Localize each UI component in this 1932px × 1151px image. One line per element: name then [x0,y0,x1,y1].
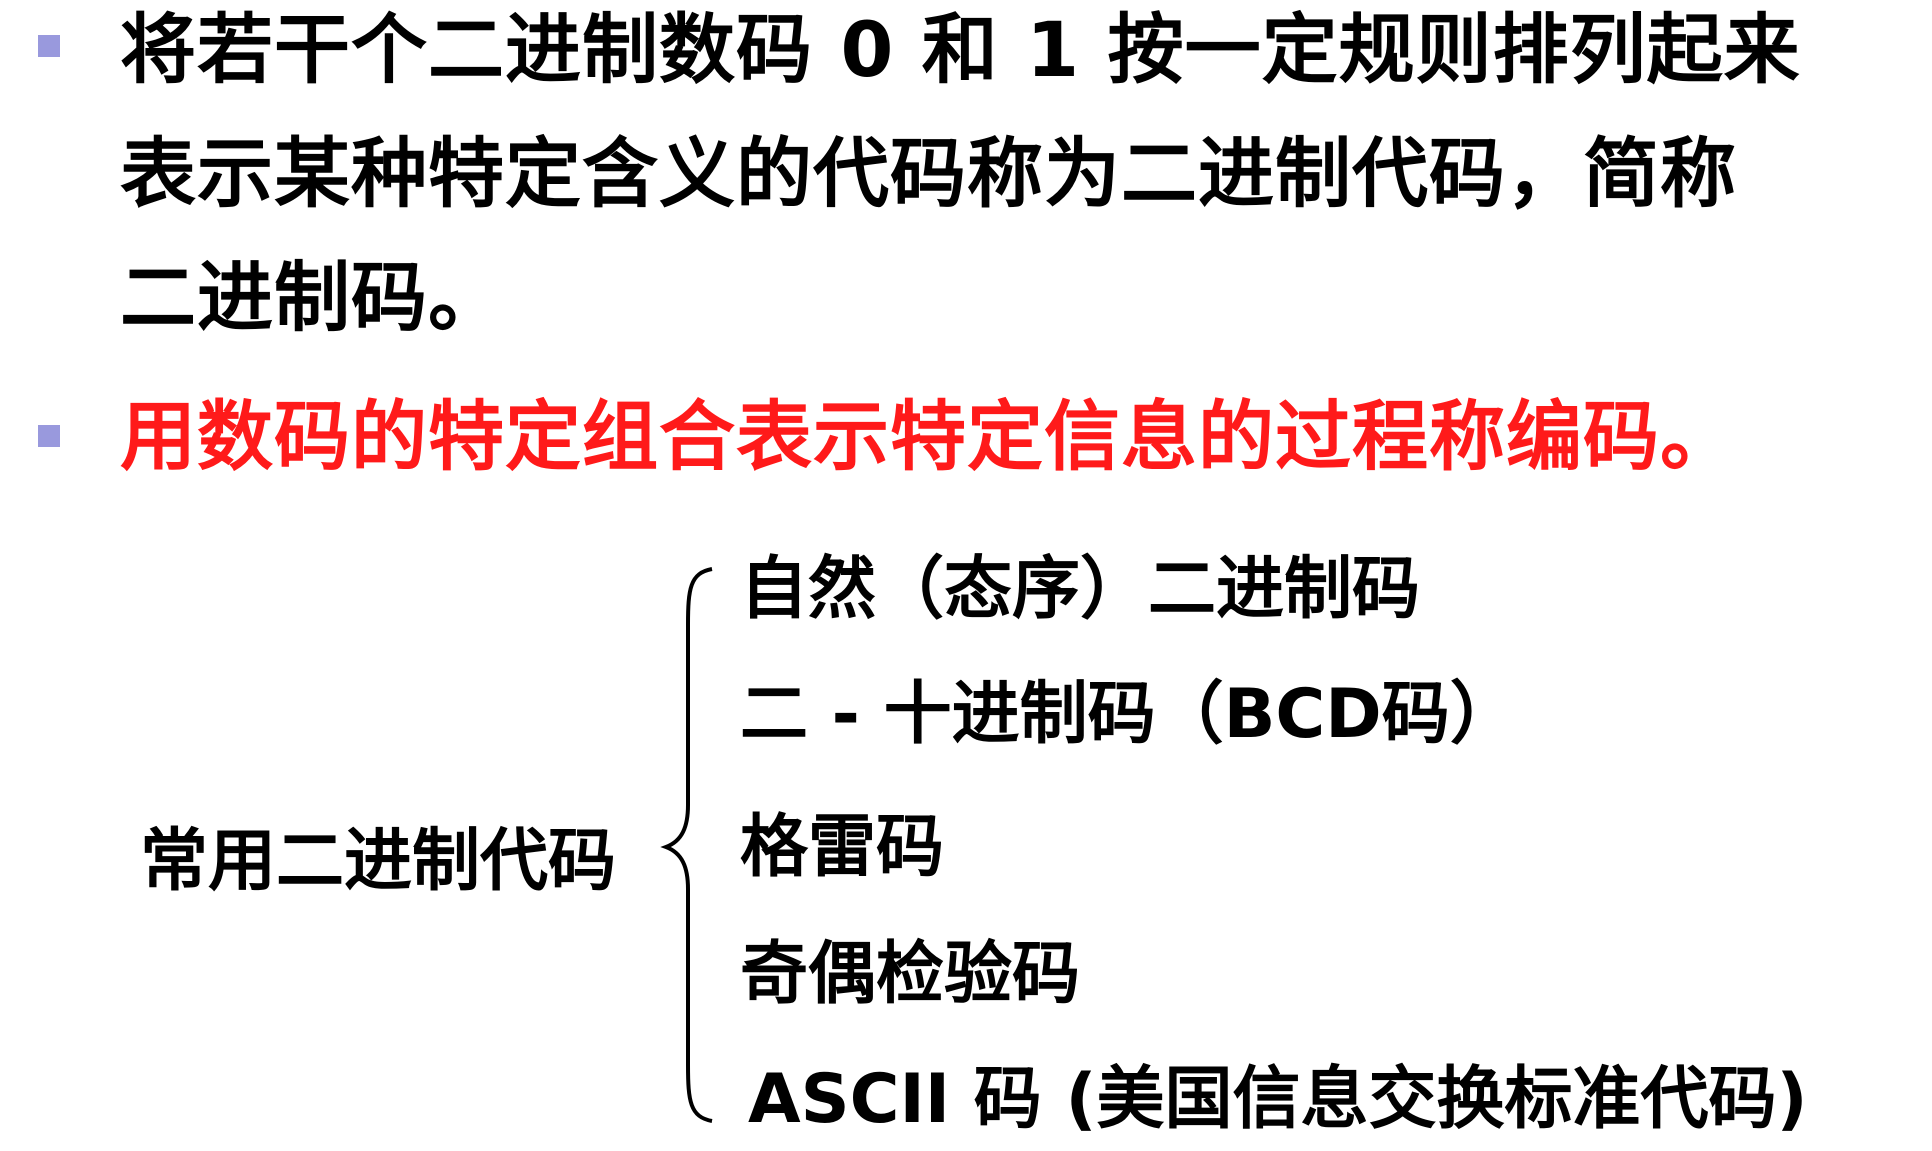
diagram-item-bcd-code: 二 - 十进制码（BCD码） [740,675,1518,754]
diagram-item-gray-code: 格雷码 [740,808,945,887]
diagram-item-ascii-code: ASCII 码 (美国信息交换标准代码) [748,1060,1808,1139]
paragraph-binary-code-definition: 将若干个二进制数码 0 和 1 按一定规则排列起来 表示某种特定含义的代码称为二… [120,0,1801,360]
paragraph-line: 表示某种特定含义的代码称为二进制代码，简称 [120,129,1737,218]
paragraph-line: 二进制码。 [120,253,505,342]
diagram-item-parity-code: 奇偶检验码 [740,935,1081,1014]
diagram-root-label: 常用二进制代码 [140,822,617,901]
bullet-marker [38,35,60,57]
diagram-item-natural-binary: 自然（态序）二进制码 [740,550,1421,629]
paragraph-line: 用数码的特定组合表示特定信息的过程称编码。 [120,392,1737,481]
paragraph-line: 将若干个二进制数码 0 和 1 按一定规则排列起来 [120,5,1801,94]
paragraph-encoding-definition: 用数码的特定组合表示特定信息的过程称编码。 [120,375,1737,499]
bullet-marker [38,425,60,447]
curly-brace-icon [660,567,713,1123]
